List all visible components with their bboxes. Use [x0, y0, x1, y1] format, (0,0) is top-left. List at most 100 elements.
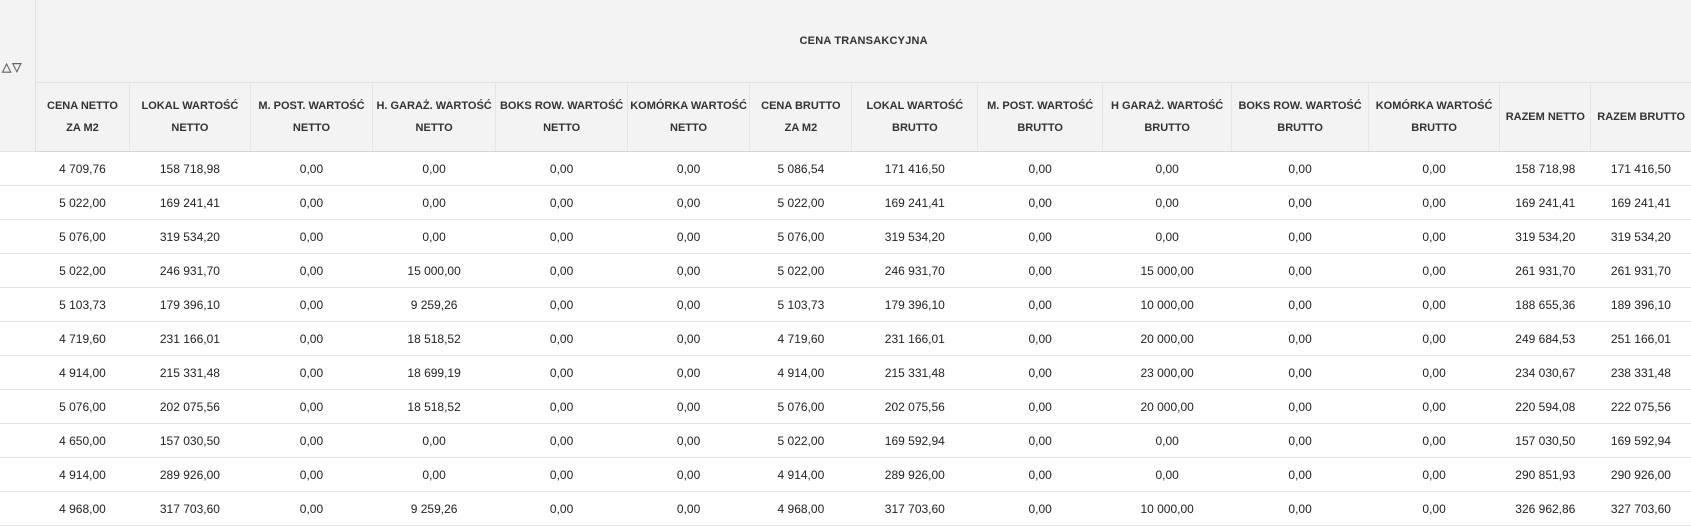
column-header[interactable]: RAZEM BRUTTO: [1590, 82, 1691, 152]
column-header[interactable]: H GARAŻ. WARTOŚĆ BRUTTO: [1102, 82, 1232, 152]
table-cell: 0,00: [627, 423, 750, 458]
column-header[interactable]: CENA NETTO ZA M2: [35, 82, 130, 152]
table-cell: 0,00: [495, 355, 628, 390]
table-cell: 0,00: [977, 219, 1103, 254]
sort-control[interactable]: △▽: [0, 0, 37, 152]
column-header[interactable]: KOMÓRKA WARTOŚĆ BRUTTO: [1367, 82, 1500, 152]
row-lead-cell: [0, 219, 36, 254]
table-cell: 0,00: [250, 219, 373, 254]
table-cell: 202 075,56: [129, 389, 251, 424]
table-cell: 261 931,70: [1590, 253, 1691, 288]
table-cell: 15 000,00: [1102, 253, 1232, 288]
table-row[interactable]: 5 076,00 202 075,56 0,00 18 518,52 0,00 0,00 5…: [0, 389, 1691, 424]
table-row[interactable]: 4 650,00 157 030,50 0,00 0,00 0,00 0,00 5 022,…: [0, 423, 1691, 458]
table-row[interactable]: 5 022,00 246 931,70 0,00 15 000,00 0,00 0,00 5…: [0, 253, 1691, 288]
table-row[interactable]: 4 968,00 317 703,60 0,00 9 259,26 0,00 0,00 4 …: [0, 491, 1691, 526]
row-lead-cell: [0, 423, 36, 458]
table-cell: 0,00: [250, 355, 373, 390]
column-header[interactable]: RAZEM NETTO: [1499, 82, 1591, 152]
table-cell: 319 534,20: [1499, 219, 1591, 254]
table-cell: 179 396,10: [851, 287, 978, 322]
table-cell: 0,00: [627, 389, 750, 424]
table-cell: 179 396,10: [129, 287, 251, 322]
table-cell: 0,00: [1231, 389, 1369, 424]
table-cell: 10 000,00: [1102, 491, 1232, 526]
table-cell: 0,00: [1231, 219, 1369, 254]
table-cell: 169 592,94: [851, 423, 978, 458]
table-cell: 0,00: [495, 185, 628, 220]
table-cell: 0,00: [495, 491, 628, 526]
table-row[interactable]: 5 076,00 319 534,20 0,00 0,00 0,00 0,00 5 076,…: [0, 219, 1691, 254]
table-cell: 289 926,00: [851, 457, 978, 492]
table-row[interactable]: 5 022,00 169 241,41 0,00 0,00 0,00 0,00 5 022,…: [0, 185, 1691, 220]
table-cell: 215 331,48: [129, 355, 251, 390]
column-header[interactable]: LOKAL WARTOŚĆ BRUTTO: [851, 82, 978, 152]
column-header[interactable]: BOKS ROW. WARTOŚĆ NETTO: [495, 82, 628, 152]
table-cell: 0,00: [1368, 185, 1500, 220]
table-cell: 0,00: [1368, 219, 1500, 254]
table-cell: 171 416,50: [851, 151, 978, 186]
column-header[interactable]: KOMÓRKA WARTOŚĆ NETTO: [626, 82, 750, 152]
table-cell: 0,00: [1368, 287, 1500, 322]
table-row[interactable]: 4 914,00 289 926,00 0,00 0,00 0,00 0,00 4 914,…: [0, 457, 1691, 492]
table-cell: 15 000,00: [372, 253, 496, 288]
table-cell: 327 703,60: [1590, 491, 1691, 526]
table-cell: 0,00: [1368, 355, 1500, 390]
table-row[interactable]: 4 914,00 215 331,48 0,00 18 699,19 0,00 0,00 4…: [0, 355, 1691, 390]
table-cell: 0,00: [372, 151, 496, 186]
table-cell: 249 684,53: [1499, 321, 1591, 356]
table-row[interactable]: 4 709,76 158 718,98 0,00 0,00 0,00 0,00 5 086,…: [0, 151, 1691, 186]
table-cell: 0,00: [1231, 287, 1369, 322]
table-cell: 222 075,56: [1590, 389, 1691, 424]
table-cell: 246 931,70: [129, 253, 251, 288]
table-cell: 20 000,00: [1102, 321, 1232, 356]
table-cell: 231 166,01: [129, 321, 251, 356]
table-cell: 0,00: [495, 457, 628, 492]
table-cell: 0,00: [250, 457, 373, 492]
table-row[interactable]: 5 103,73 179 396,10 0,00 9 259,26 0,00 0,00 5 …: [0, 287, 1691, 322]
table-cell: 169 241,41: [1499, 185, 1591, 220]
table-cell: 0,00: [250, 253, 373, 288]
column-header-row: CENA NETTO ZA M2 LOKAL WARTOŚĆ NETTO M. PO…: [0, 82, 1691, 152]
table-cell: 234 030,67: [1499, 355, 1591, 390]
table-cell: 202 075,56: [851, 389, 978, 424]
table-cell: 0,00: [250, 185, 373, 220]
row-lead-cell: [0, 185, 36, 220]
table-cell: 0,00: [1231, 457, 1369, 492]
table-cell: 158 718,98: [129, 151, 251, 186]
table-cell: 169 241,41: [129, 185, 251, 220]
table-cell: 319 534,20: [1590, 219, 1691, 254]
table-cell: 0,00: [1368, 321, 1500, 356]
table-cell: 246 931,70: [851, 253, 978, 288]
table-cell: 0,00: [977, 151, 1103, 186]
table-cell: 0,00: [495, 253, 628, 288]
table-cell: 4 914,00: [35, 355, 130, 390]
table-cell: 0,00: [250, 321, 373, 356]
table-cell: 4 914,00: [749, 355, 852, 390]
column-header[interactable]: CENA BRUTTO ZA M2: [749, 82, 852, 152]
table-cell: 4 968,00: [35, 491, 130, 526]
table-cell: 0,00: [977, 457, 1103, 492]
table-cell: 0,00: [627, 457, 750, 492]
table-cell: 317 703,60: [129, 491, 251, 526]
column-header[interactable]: H. GARAŻ. WARTOŚĆ NETTO: [371, 82, 496, 152]
table-cell: 4 709,76: [35, 151, 130, 186]
table-cell: 0,00: [495, 219, 628, 254]
table-cell: 289 926,00: [129, 457, 251, 492]
table-cell: 5 086,54: [749, 151, 852, 186]
column-header[interactable]: M. POST. WARTOŚĆ NETTO: [250, 82, 373, 152]
column-header[interactable]: M. POST. WARTOŚĆ BRUTTO: [977, 82, 1103, 152]
table-cell: 0,00: [1231, 185, 1369, 220]
column-header[interactable]: LOKAL WARTOŚĆ NETTO: [128, 82, 251, 152]
table-cell: 9 259,26: [372, 491, 496, 526]
sort-arrows-icon[interactable]: △▽: [2, 60, 22, 74]
table-row[interactable]: 4 719,60 231 166,01 0,00 18 518,52 0,00 0,00 4…: [0, 321, 1691, 356]
table-cell: 5 076,00: [35, 219, 130, 254]
table-cell: 0,00: [1368, 151, 1500, 186]
table-cell: 169 241,41: [851, 185, 978, 220]
table-cell: 171 416,50: [1590, 151, 1691, 186]
column-header[interactable]: BOKS ROW. WARTOŚĆ BRUTTO: [1231, 82, 1369, 152]
row-lead-cell: [0, 321, 36, 356]
table-cell: 157 030,50: [129, 423, 251, 458]
table-cell: 0,00: [977, 287, 1103, 322]
